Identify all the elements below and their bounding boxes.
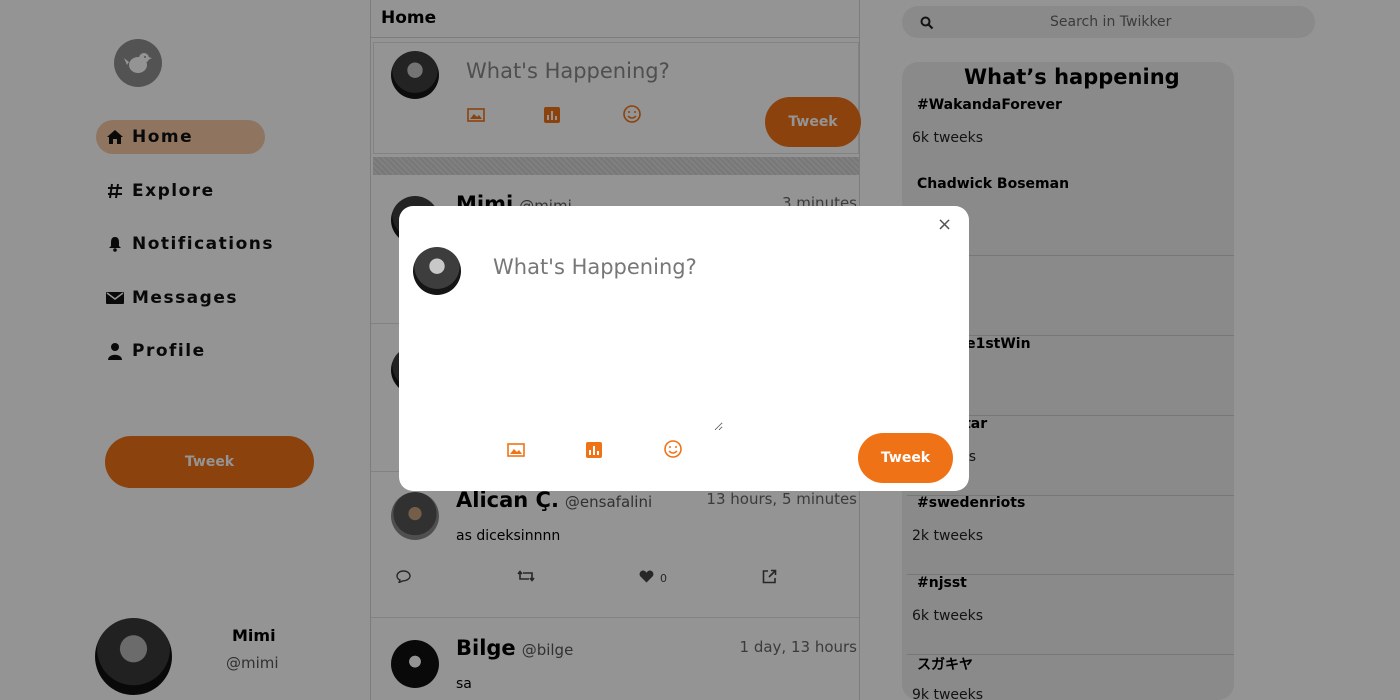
close-button[interactable]: × [937,214,952,235]
tweet-textarea[interactable] [485,247,723,431]
compose-tweet-dialog: × Tweek [399,206,969,491]
modal-tweek-button[interactable]: Tweek [858,433,953,483]
poll-icon[interactable] [584,440,604,460]
emoji-icon[interactable] [663,439,683,459]
image-icon[interactable] [506,440,526,460]
avatar [413,247,461,295]
